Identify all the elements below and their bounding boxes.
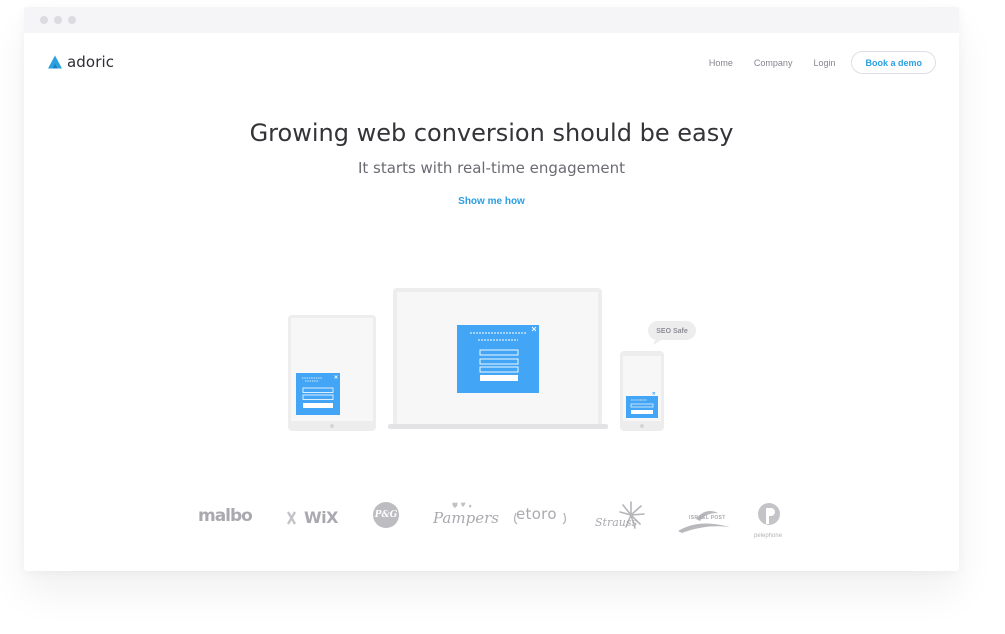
phone-device — [620, 351, 664, 431]
client-logo-pelephone: pelephone — [754, 533, 783, 539]
etoro-arc-icon — [513, 512, 567, 525]
devices-illustration: SEO Safe — [288, 288, 696, 431]
tablet-popup — [296, 373, 340, 415]
client-logos: malbo WiX P&G Pampers etoro Strauss ISRA… — [24, 491, 959, 547]
client-logo-wix: WiX — [304, 508, 338, 527]
laptop-device — [388, 288, 608, 429]
wix-mark-icon — [287, 511, 297, 525]
client-logo-pg: P&G — [373, 502, 399, 528]
seo-safe-label: SEO Safe — [656, 328, 688, 335]
pelephone-p-icon — [758, 503, 780, 525]
client-logo-pampers: Pampers — [433, 509, 499, 527]
browser-window: adoric Home Company Login Book a demo Gr… — [24, 7, 959, 571]
laptop-popup — [457, 325, 539, 393]
tablet-device — [288, 315, 376, 431]
client-logo-strauss: Strauss — [595, 516, 638, 529]
page: adoric Home Company Login Book a demo Gr… — [0, 0, 1005, 634]
client-logo-israel-post: ISRAEL POST — [689, 515, 726, 521]
seo-safe-badge: SEO Safe — [648, 321, 696, 345]
client-logo-malbo: malbo — [198, 506, 253, 526]
